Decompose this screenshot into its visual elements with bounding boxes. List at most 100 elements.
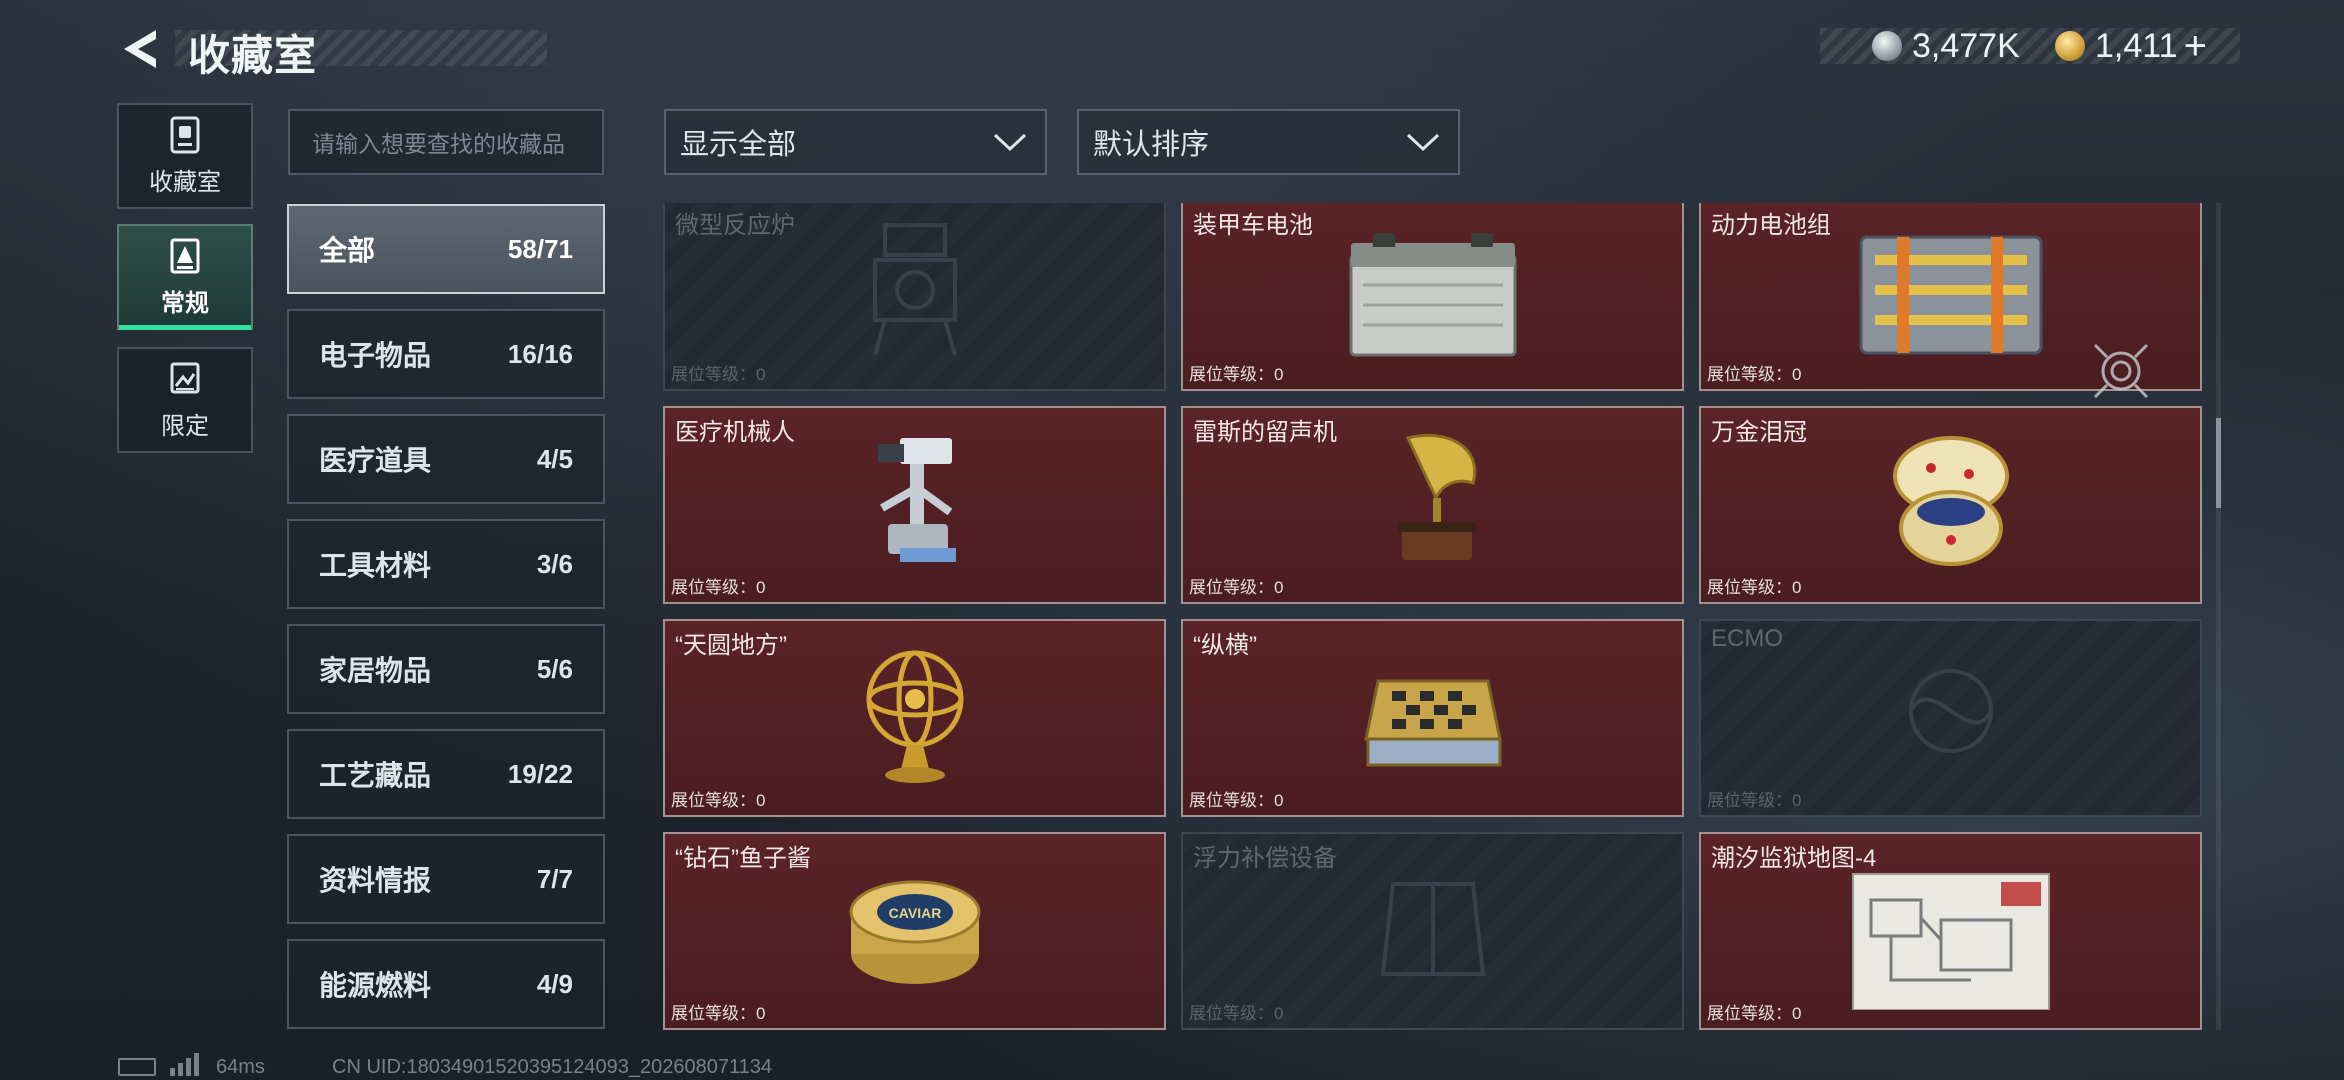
bcd-icon	[1380, 882, 1485, 976]
collection-card[interactable]: 雷斯的留声机 展位等级：0	[1181, 406, 1684, 604]
active-indicator	[119, 325, 251, 330]
gold-currency[interactable]: 1,411 +	[2055, 24, 2207, 69]
collection-card[interactable]: 潮汐监狱地图-4 展位等级：0	[1699, 832, 2202, 1030]
caviar-label: CAVIAR	[888, 905, 941, 921]
category-count: 5/6	[536, 653, 573, 684]
chessboard-icon	[1363, 679, 1502, 767]
armillary-sphere-icon	[866, 650, 963, 783]
category-crafts[interactable]: 工艺藏品 19/22	[287, 729, 605, 819]
collection-card[interactable]: “天圆地方” 展位等级：0	[663, 619, 1166, 817]
target-icon[interactable]	[2093, 343, 2149, 399]
booth-level: 展位等级：0	[1707, 791, 1802, 810]
collection-card-locked[interactable]: 浮力补偿设备 展位等级：0	[1181, 832, 1684, 1030]
item-name: 装甲车电池	[1193, 212, 1313, 239]
nav-collection-room[interactable]: 收藏室	[117, 103, 253, 209]
collection-room-icon	[170, 116, 200, 153]
category-count: 19/22	[507, 758, 573, 789]
sort-dropdown[interactable]: 默认排序	[1077, 109, 1460, 175]
category-count: 3/6	[536, 548, 573, 579]
booth-level: 展位等级：0	[1707, 1004, 1802, 1023]
booth-level: 展位等级：0	[1189, 791, 1284, 810]
booth-level: 展位等级：0	[1189, 578, 1284, 597]
caviar-tin-icon: CAVIAR	[849, 880, 980, 984]
add-currency-button[interactable]: +	[2184, 24, 2207, 69]
item-name: 动力电池组	[1711, 212, 1831, 239]
item-name: 万金泪冠	[1711, 419, 1807, 446]
page-title: 收藏室	[188, 32, 318, 79]
booth-level: 展位等级：0	[1707, 365, 1802, 384]
item-name: 浮力补偿设备	[1193, 845, 1337, 872]
signal-icon	[170, 1053, 199, 1076]
collection-card-locked[interactable]: 微型反应炉 展位等级：0	[663, 203, 1166, 391]
ecmo-icon	[1908, 669, 1993, 753]
item-name: 雷斯的留声机	[1193, 419, 1337, 446]
item-name: “天圆地方”	[675, 632, 787, 659]
category-name: 工艺藏品	[319, 760, 432, 791]
gold-amount: 1,411	[2095, 26, 2178, 65]
battery-icon	[1349, 233, 1516, 357]
uid-readout: CN UID:180349015203951​24093_20260807113…	[332, 1056, 773, 1078]
category-energy[interactable]: 能源燃料 4/9	[287, 939, 605, 1029]
dropdown-value: 默认排序	[1093, 129, 1210, 161]
item-name: ECMO	[1711, 625, 1783, 652]
category-tools[interactable]: 工具材料 3/6	[287, 519, 605, 609]
search-placeholder: 请输入想要查找的收藏品	[312, 131, 565, 157]
medical-robot-icon	[877, 438, 956, 562]
collection-card-locked[interactable]: ECMO 展位等级：0	[1699, 619, 2202, 817]
category-name: 工具材料	[319, 550, 432, 581]
item-name: “钻石”鱼子酱	[675, 845, 811, 872]
booth-level: 展位等级：0	[671, 578, 766, 597]
collection-card[interactable]: 医疗机械人 展位等级：0	[663, 406, 1166, 604]
collection-grid[interactable]: 微型反应炉 展位等级：0 装甲车电池 展位等级：0 动力电池组 展位等级：0 医…	[663, 203, 2203, 1030]
ping-readout: 64ms	[216, 1056, 265, 1078]
category-count: 4/9	[536, 968, 573, 999]
battery-pack-icon	[1859, 235, 2042, 355]
silver-coin-icon	[1872, 31, 1902, 61]
nav-limited[interactable]: 限定	[117, 347, 253, 453]
category-count: 7/7	[536, 863, 573, 894]
nav-label: 常规	[161, 289, 209, 317]
booth-level: 展位等级：0	[671, 365, 766, 384]
battery-icon	[118, 1058, 156, 1076]
category-name: 资料情报	[319, 865, 432, 896]
nav-label: 限定	[161, 412, 209, 440]
category-name: 电子物品	[319, 340, 432, 371]
collection-card[interactable]: 万金泪冠 展位等级：0	[1699, 406, 2202, 604]
category-count: 16/16	[507, 338, 573, 369]
category-all[interactable]: 全部 58/71	[287, 204, 605, 294]
show-filter-dropdown[interactable]: 显示全部	[664, 109, 1047, 175]
item-name: 医疗机械人	[675, 419, 795, 446]
category-name: 能源燃料	[319, 970, 432, 1001]
regular-icon	[170, 238, 200, 273]
silver-currency: 3,477K	[1872, 26, 2020, 66]
back-arrow-icon[interactable]	[118, 26, 162, 72]
category-electronics[interactable]: 电子物品 16/16	[287, 309, 605, 399]
booth-level: 展位等级：0	[1189, 365, 1284, 384]
item-name: “纵横”	[1193, 632, 1257, 659]
map-icon	[1851, 873, 2050, 1010]
grid-scrollbar[interactable]	[2216, 203, 2221, 1030]
booth-level: 展位等级：0	[671, 791, 766, 810]
booth-level: 展位等级：0	[671, 1004, 766, 1023]
chevron-down-icon	[993, 133, 1027, 152]
search-input[interactable]: 请输入想要查找的收藏品	[288, 109, 604, 175]
dropdown-value: 显示全部	[680, 129, 797, 161]
silver-amount: 3,477K	[1912, 26, 2020, 65]
category-household[interactable]: 家居物品 5/6	[287, 624, 605, 714]
nav-label: 收藏室	[149, 168, 221, 196]
reactor-icon	[872, 223, 957, 356]
category-count: 58/71	[507, 233, 573, 264]
category-medical[interactable]: 医疗道具 4/5	[287, 414, 605, 504]
category-name: 医疗道具	[319, 445, 432, 476]
limited-icon	[170, 362, 200, 393]
chevron-down-icon	[1406, 133, 1440, 152]
collection-card[interactable]: “纵横” 展位等级：0	[1181, 619, 1684, 817]
category-name: 家居物品	[319, 655, 432, 686]
jeweled-egg-icon	[1892, 436, 2009, 566]
category-count: 4/5	[536, 443, 573, 474]
collection-card[interactable]: “钻石”鱼子酱 CAVIAR 展位等级：0	[663, 832, 1166, 1030]
collection-card[interactable]: 装甲车电池 展位等级：0	[1181, 203, 1684, 391]
category-intel[interactable]: 资料情报 7/7	[287, 834, 605, 924]
nav-regular[interactable]: 常规	[117, 224, 253, 330]
scrollbar-thumb[interactable]	[2216, 418, 2221, 508]
